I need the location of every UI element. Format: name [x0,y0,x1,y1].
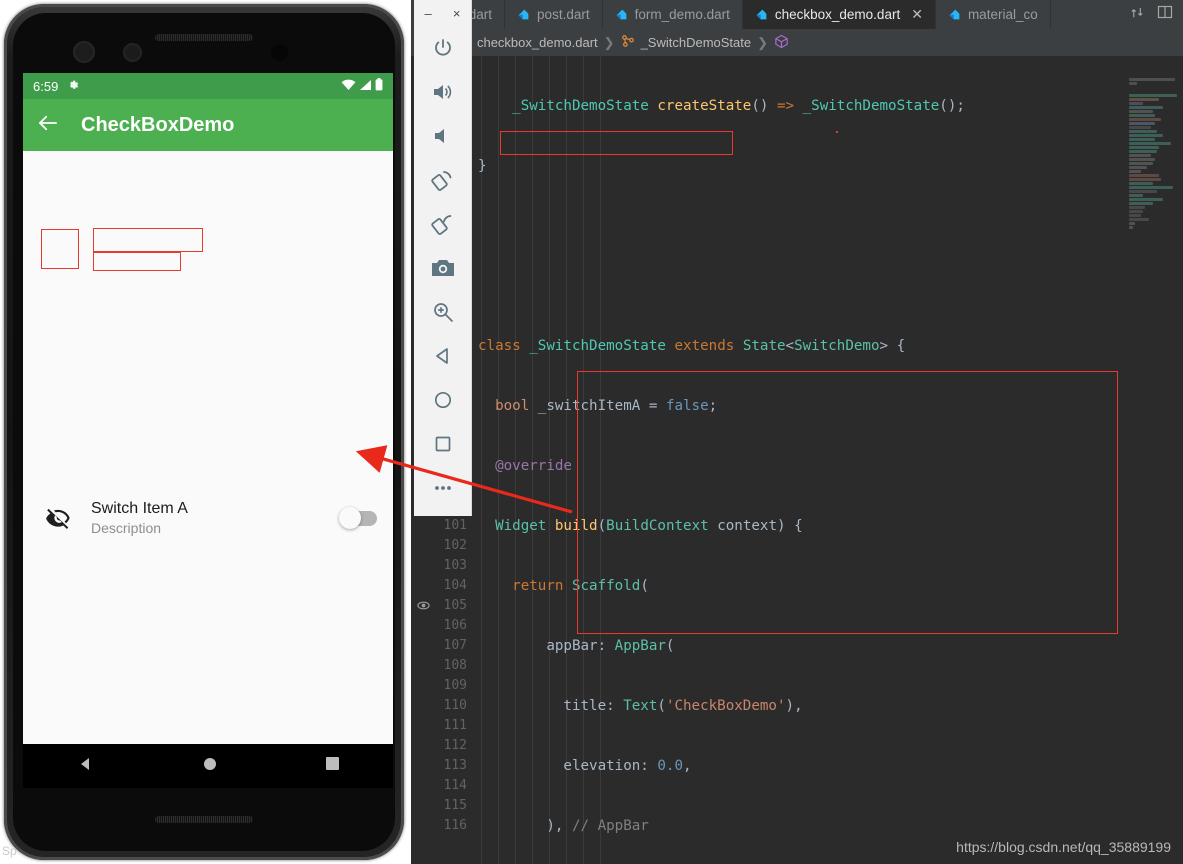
code-line: ), // AppBar [478,818,649,834]
gutter-line: 109 [443,678,467,693]
breadcrumb-item-1[interactable]: checkbox_demo.dart [458,35,598,51]
android-home-icon[interactable] [203,757,217,776]
close-button[interactable]: × [453,6,461,21]
gutter-line: 115 [443,798,467,813]
gutter-line: 103 [443,558,467,573]
battery-icon [375,78,383,94]
app-body: Switch Item A Description [23,151,393,788]
chevron-right-icon: ❯ [757,34,769,50]
dart-file-icon [517,8,530,21]
annotation-box-title [93,228,203,252]
rotate-right-button[interactable] [414,202,472,246]
editor-tab-checkbox-demo[interactable]: checkbox_demo.dart ✕ [742,0,936,29]
gutter-line: 112 [443,738,467,753]
close-icon[interactable]: ✕ [911,6,923,23]
code-line: return Scaffold( [512,578,649,594]
signal-icon [359,79,372,94]
android-status-bar: 6:59 [23,73,393,99]
settings-gear-icon [66,78,80,95]
background-ghost-text [0,0,2,12]
code-line: title: Text('CheckBoxDemo'), [478,698,803,714]
annotation-box-secondary-icon [41,229,79,269]
switch-tile-subtitle: Description [91,520,162,536]
app-bar: CheckBoxDemo [23,99,393,151]
widget-cube-icon [774,34,789,52]
background-label: Sp [2,844,17,858]
tab-label: checkbox_demo.dart [774,7,901,22]
tab-bar-actions [1120,0,1183,29]
emulator-back-button[interactable] [414,334,472,378]
app-bar-title: CheckBoxDemo [81,113,235,136]
screenshot-camera-icon[interactable] [414,246,472,290]
volume-up-button[interactable] [414,70,472,114]
zoom-button[interactable] [414,290,472,334]
split-editor-icon[interactable] [1157,5,1173,24]
dart-file-icon [755,8,768,21]
gutter-line: 114 [443,778,467,793]
wifi-icon [341,79,356,94]
tab-label: post.dart [537,7,590,22]
breadcrumb-item-2[interactable]: _SwitchDemoState [621,34,751,51]
emulator-home-button[interactable] [414,378,472,422]
visibility-off-icon [39,499,77,537]
gutter-line: 108 [443,658,467,673]
gutter-line: 113 [443,758,467,773]
gutter-line: 104 [443,578,467,593]
editor-tab-2[interactable]: form_demo.dart [603,0,743,29]
code-line: _SwitchDemoState createState() => _Switc… [512,98,965,114]
editor-tab-1[interactable]: post.dart [505,0,603,29]
tab-label: material_co [967,7,1038,22]
proximity-sensor-icon [271,44,288,61]
earpiece-speaker [155,34,253,41]
volume-down-button[interactable] [414,114,472,158]
switch-tile-texts: Switch Item A Description [91,500,188,536]
code-line: elevation: 0.0, [478,758,692,774]
android-recents-icon[interactable] [325,757,339,775]
switch-list-tile[interactable]: Switch Item A Description [23,499,393,537]
gutter-line: 111 [443,718,467,733]
compare-files-icon[interactable] [1130,5,1145,25]
gutter-line: 110 [443,698,467,713]
chevron-right-icon: ❯ [603,34,615,50]
phone-screen[interactable]: 6:59 CheckBoxDemo Switch Item A Descript… [23,73,393,788]
tab-label: form_demo.dart [634,7,730,22]
editor-tab-bar: t_show.dart post.dart form_demo.dart che… [411,0,1183,29]
gutter-line: 107 [443,638,467,653]
dart-file-icon [948,8,961,21]
bottom-speaker-grille [155,816,253,823]
watermark-url: https://blog.csdn.net/qq_35889199 [956,839,1171,855]
gutter-line: 116 [443,818,467,833]
code-line: } [478,158,487,174]
switch-tile-title: Switch Item A [91,500,188,517]
code-minimap[interactable] [1123,56,1183,864]
gutter-line-with-watchpoint[interactable]: 105 [411,596,475,616]
emulator-window-buttons: – × [414,0,471,26]
gutter-line: 102 [443,538,467,553]
editor-tab-4[interactable]: material_co [936,0,1051,29]
code-line: appBar: AppBar( [478,638,675,654]
class-icon [621,34,635,51]
front-sensor-icon [123,43,142,62]
gutter-line: 106 [443,618,467,633]
status-bar-indicators [341,78,383,94]
code-line: bool _switchItemA = false; [495,398,718,414]
android-navigation-bar [23,744,393,788]
annotation-box-subtitle [93,252,181,271]
power-button[interactable] [414,26,472,70]
annotation-arrow [355,445,573,514]
phone-bezel: 6:59 CheckBoxDemo Switch Item A Descript… [13,13,395,851]
front-camera-icon [73,41,95,63]
breadcrumb-item-3[interactable] [774,34,789,52]
dart-file-icon [615,8,628,21]
code-line: class _SwitchDemoState extends State<Swi… [478,338,906,354]
breadcrumb: mo ❯ checkbox_demo.dart ❯ _SwitchDemoSta… [411,29,1183,56]
rotate-left-button[interactable] [414,158,472,202]
back-arrow-icon[interactable] [37,114,59,137]
android-back-icon[interactable] [78,756,94,777]
minimize-button[interactable]: – [425,6,432,21]
status-bar-time: 6:59 [33,78,59,94]
